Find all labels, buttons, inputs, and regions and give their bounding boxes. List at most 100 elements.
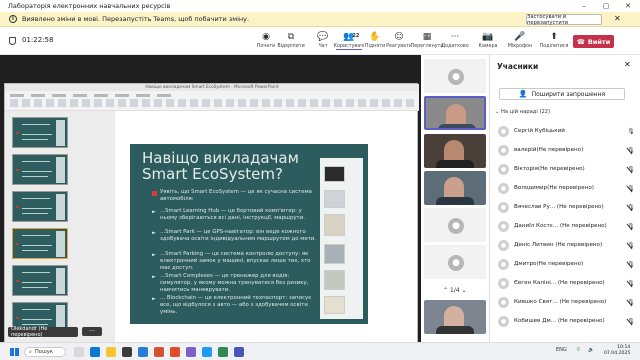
participant-row[interactable]: ● Деніс Литвин (Не перевірено) 🎙	[498, 237, 636, 253]
participant-row[interactable]: ● Сергій Кубіцький 🎙	[498, 123, 636, 139]
participant-name: Кившко Свят... (Не перевірено)	[514, 299, 607, 305]
people-button[interactable]: 👥 22 Користувачі	[334, 31, 364, 50]
participant-row[interactable]: ● Вікторія(Не перевірено) 🎙	[498, 161, 636, 177]
slide-thumbnail-selected[interactable]	[12, 228, 68, 259]
mic-off-icon: 🎙	[627, 317, 635, 325]
video-tile[interactable]	[424, 171, 486, 205]
network-icon[interactable]: ⌔	[576, 347, 581, 353]
mic-off-icon: 🎙	[627, 260, 635, 268]
view-label: Переглянути	[410, 44, 444, 49]
video-tile[interactable]: ●	[424, 59, 486, 93]
chrome-icon[interactable]	[170, 347, 180, 357]
participant-name: Євген Калінi... (Не перевірено)	[514, 280, 605, 286]
participant-row[interactable]: ● валерій(Не перевірено) 🎙	[498, 142, 636, 158]
mic-off-icon: 🎙	[627, 203, 635, 211]
chat-button[interactable]: 💬 Чат	[310, 31, 336, 49]
input-language[interactable]: ENG	[556, 347, 567, 353]
minimize-icon[interactable]: –	[574, 0, 594, 12]
excel-icon[interactable]	[218, 347, 228, 357]
explorer-icon[interactable]	[106, 347, 116, 357]
slide-title-line1: Навіщо викладачам	[142, 149, 299, 167]
slide-title-line2: Smart EcoSystem?	[142, 165, 283, 183]
video-tile[interactable]	[424, 300, 486, 334]
record-button[interactable]: ◉ Почати	[253, 31, 279, 49]
chevron-up-icon[interactable]: ⌃	[443, 287, 448, 294]
react-icon: ☺	[394, 32, 404, 42]
mic-button[interactable]: 🎤 Мікрофон	[507, 31, 533, 49]
avatar: ●	[498, 220, 509, 232]
shield-icon	[9, 37, 16, 45]
video-tile-active-speaker[interactable]	[424, 96, 486, 130]
video-pager[interactable]: ⌃ 1/4 ⌄	[443, 287, 467, 294]
telegram-icon[interactable]	[202, 347, 212, 357]
share-button[interactable]: ⬆ Поділитися	[539, 31, 569, 49]
arrow-bullet-icon: ►	[152, 296, 156, 302]
share-label: Поділитися	[539, 44, 569, 49]
participants-section-header[interactable]: ⌄ На цій нараді (22)	[495, 109, 550, 115]
video-tile[interactable]	[424, 134, 486, 168]
slide-thumbnail[interactable]	[12, 265, 68, 296]
taskbar-search[interactable]: ⌕ Пошук	[24, 347, 66, 357]
slide-bullet: ...Smart Complexes — це тренажер для вод…	[160, 273, 309, 293]
more-options-icon[interactable]: ···	[82, 327, 102, 336]
video-tile[interactable]: ●	[424, 245, 486, 279]
slide-thumbnail[interactable]	[12, 191, 68, 222]
volume-icon[interactable]: 🔈	[588, 347, 594, 353]
share-invite-button[interactable]: 👤 Поширити запрошення	[499, 88, 625, 100]
raise-hand-button[interactable]: ✋ Підняти	[362, 31, 388, 49]
task-view-icon[interactable]	[74, 347, 84, 357]
store-icon[interactable]	[122, 347, 132, 357]
chevron-down-icon: ⌄	[495, 109, 500, 115]
participant-row[interactable]: ● Даниїл Костє... (Не перевірено) 🎙	[498, 218, 636, 234]
window-close-icon[interactable]: ✕	[618, 0, 638, 12]
mic-off-icon: 🎙	[627, 241, 635, 249]
record-icon: ◉	[262, 32, 270, 42]
slide-image	[324, 166, 345, 182]
powerpoint-icon[interactable]	[154, 347, 164, 357]
unpin-button[interactable]: ⧉ Відкріпити	[277, 31, 304, 49]
clock[interactable]: 10:14 07.04.2025	[604, 345, 630, 357]
avatar-icon: ●	[448, 69, 464, 85]
mic-off-icon: 🎙	[627, 165, 635, 173]
apply-restart-button[interactable]: Застосувати й перезапустити	[526, 14, 602, 26]
participant-row[interactable]: ● Кившко Свят... (Не перевірено) 🎙	[498, 294, 636, 310]
slide-thumbnail[interactable]	[12, 154, 68, 185]
edge-icon[interactable]	[90, 347, 100, 357]
maximize-icon[interactable]: ▢	[596, 0, 616, 12]
avatar: ●	[498, 144, 509, 156]
participant-row[interactable]: ● Вячеслав Ру... (Не перевірено) 🎙	[498, 199, 636, 215]
current-slide: Навіщо викладачам Smart EcoSystem? Уявіт…	[130, 144, 368, 324]
teams-icon[interactable]	[234, 347, 244, 357]
more-button[interactable]: ··· Додатково	[441, 31, 468, 49]
word-icon[interactable]	[138, 347, 148, 357]
viber-icon[interactable]	[186, 347, 196, 357]
react-button[interactable]: ☺ Реагувати	[386, 31, 412, 49]
banner-close-icon[interactable]: ✕	[614, 14, 621, 23]
participant-row[interactable]: ● Володимир(Не перевірено) 🎙	[498, 180, 636, 196]
chevron-down-icon[interactable]: ⌄	[462, 287, 467, 294]
participant-row[interactable]: ● Дмитро(Не перевірено) 🎙	[498, 256, 636, 272]
video-page-indicator: 1/4	[449, 287, 460, 294]
arrow-bullet-icon: ►	[152, 252, 156, 258]
windows-start-icon[interactable]	[10, 348, 19, 356]
slide-thumbnail[interactable]	[12, 117, 68, 148]
mic-off-icon: 🎙	[627, 298, 635, 306]
info-icon: i	[9, 15, 17, 23]
mic-icon: 🎤	[514, 32, 526, 42]
panel-close-icon[interactable]: ✕	[624, 60, 631, 69]
participant-row[interactable]: ● Кобишев Дм... (Не перевірено) 🎙	[498, 313, 636, 329]
mic-off-icon: 🎙	[627, 146, 635, 154]
raise-hand-label: Підняти	[364, 44, 386, 49]
avatar: ●	[498, 258, 509, 270]
panel-title: Учасники	[497, 62, 539, 71]
avatar: ●	[498, 201, 509, 213]
leave-button[interactable]: ☎ Вийти	[573, 35, 614, 48]
avatar: ●	[498, 315, 509, 327]
participants-panel: Учасники ✕ 👤 Поширити запрошення ⌄ На ці…	[489, 55, 640, 342]
view-button[interactable]: ▦ Переглянути	[411, 31, 444, 49]
camera-button[interactable]: 📷 Камера	[475, 31, 501, 49]
presenter-name-tag: Olekdandr (Не перевірено)	[8, 326, 78, 338]
taskbar-search-label: Пошук	[34, 349, 53, 355]
participant-row[interactable]: ● Євген Калінi... (Не перевірено) 🎙	[498, 275, 636, 291]
video-tile[interactable]: ●	[424, 208, 486, 242]
